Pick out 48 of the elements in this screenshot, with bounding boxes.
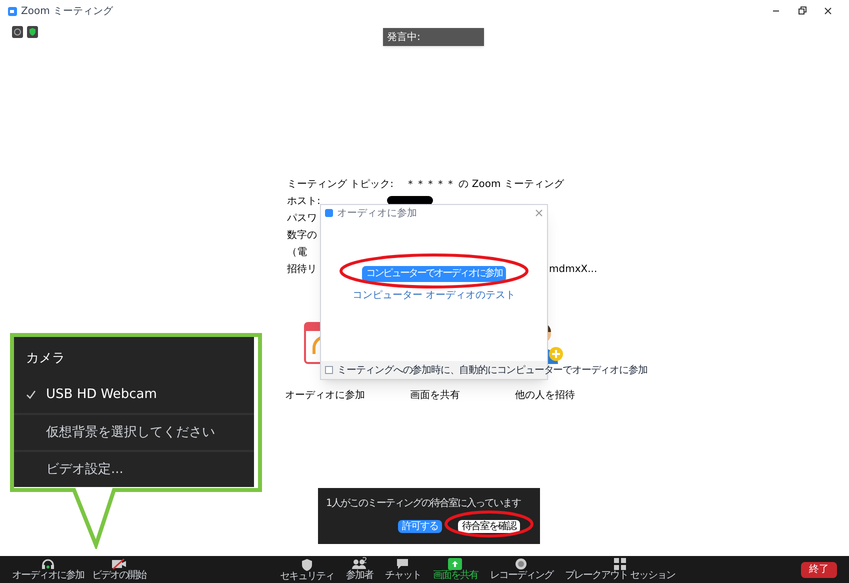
zoom-logo-icon — [8, 6, 17, 16]
info-label: ホスト: — [287, 196, 320, 207]
record-icon — [515, 558, 528, 570]
toolbar-button[interactable]: ビデオの開始 — [92, 558, 146, 581]
toolbar-button[interactable]: 参加者 2 — [346, 558, 373, 581]
action-label[interactable]: 画面を共有 — [410, 388, 460, 403]
speaking-label: 発言中: — [383, 28, 484, 46]
info-label: 招待リ — [287, 264, 317, 275]
menu-heading: カメラ — [25, 350, 66, 368]
waiting-room-button[interactable]: 待合室を確認 — [458, 520, 520, 533]
grid-icon — [614, 558, 626, 570]
chat-icon — [396, 558, 410, 570]
zoom-logo-icon — [325, 209, 333, 217]
dialog-title: オーディオに参加 — [337, 206, 417, 220]
info-label: 数字の — [287, 230, 317, 241]
toolbar-button[interactable]: チャット — [384, 558, 421, 581]
menu-item[interactable]: USB HD Webcam — [14, 376, 254, 414]
info-value: mdmxX... — [549, 263, 598, 277]
info-label: ミーティング トピック: — [287, 179, 394, 190]
toolbar-button[interactable]: 画面を共有 — [432, 558, 478, 581]
end-button[interactable]: 終了 — [801, 562, 837, 578]
info-label: （電 — [287, 247, 307, 258]
share-screen-icon — [448, 558, 462, 570]
auto-join-checkbox[interactable] — [325, 366, 333, 374]
menu-item[interactable]: ビデオ設定... — [14, 450, 254, 487]
info-label: パスワ — [287, 213, 317, 224]
toolbar-button[interactable]: レコーディング — [490, 558, 553, 581]
info-value: ＊＊＊＊＊ の Zoom ミーティング — [406, 178, 564, 192]
shield-icon — [300, 558, 313, 570]
waiting-room-message: 1人がこのミーティングの待合室に入っています — [326, 496, 522, 511]
menu-item[interactable]: 仮想背景を選択してください — [14, 413, 254, 450]
headphones-icon — [41, 558, 55, 570]
toolbar-button[interactable]: ブレークアウト セッション — [564, 558, 676, 581]
camera-off-icon — [111, 558, 127, 570]
restore-icon[interactable] — [797, 6, 807, 16]
test-audio-link[interactable]: コンピューター オーディオのテスト — [352, 288, 516, 303]
participant-count: 2 — [362, 555, 366, 566]
toolbar-button[interactable]: セキュリティ — [280, 558, 334, 582]
action-label[interactable]: 他の人を招待 — [515, 388, 575, 403]
people-icon — [351, 558, 368, 570]
info-icon[interactable] — [12, 26, 23, 38]
shield-icon[interactable] — [27, 26, 38, 38]
window-title: Zoom ミーティング — [21, 4, 114, 18]
toolbar-button[interactable]: オーディオに参加 — [12, 558, 84, 581]
action-label[interactable]: オーディオに参加 — [285, 388, 365, 403]
auto-join-label: ミーティングへの参加時に、自動的にコンピューターでオーディオに参加 — [337, 364, 648, 378]
close-icon[interactable] — [823, 6, 833, 16]
checkmark-icon — [26, 390, 36, 400]
